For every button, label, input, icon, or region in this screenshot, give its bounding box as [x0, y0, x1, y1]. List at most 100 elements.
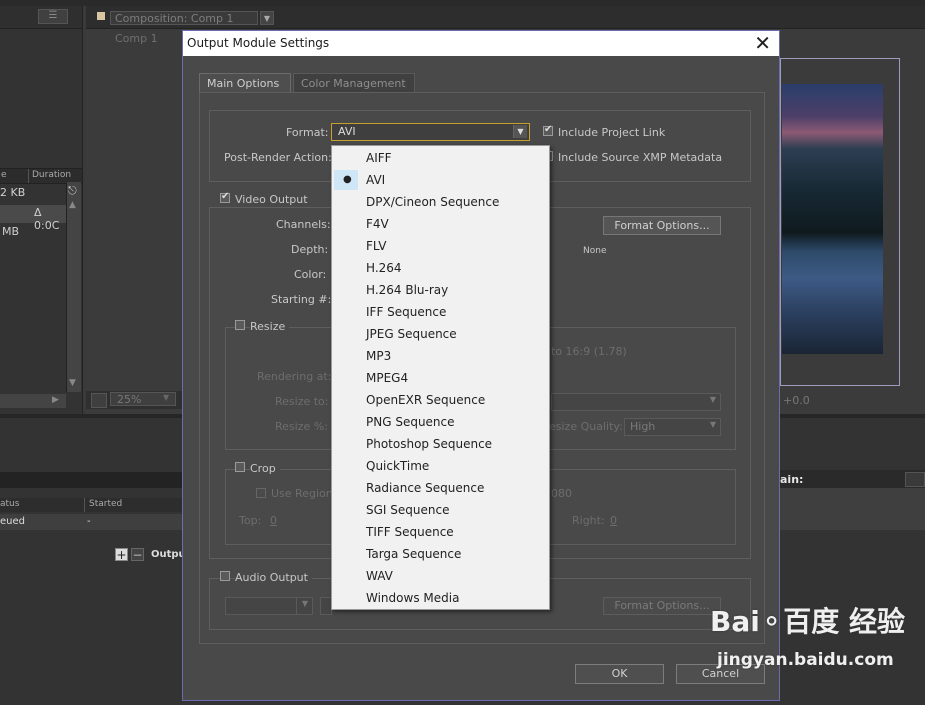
- project-panel-header: ☰: [0, 6, 82, 29]
- dropdown-item[interactable]: MPEG4: [333, 367, 548, 389]
- project-scrollbar[interactable]: ▲ ▼ ⎋: [66, 182, 81, 392]
- comp-breadcrumb[interactable]: Comp 1: [115, 32, 158, 45]
- chevron-down-icon[interactable]: ▼: [513, 125, 527, 138]
- scroll-right-icon[interactable]: ▶: [52, 395, 59, 405]
- chevron-down-icon[interactable]: ▼: [710, 395, 716, 404]
- minus-icon[interactable]: −: [131, 548, 144, 561]
- video-output-label[interactable]: Video Output: [235, 193, 312, 206]
- table-row[interactable]: eued -: [0, 514, 182, 530]
- dropdown-item[interactable]: Radiance Sequence: [333, 477, 548, 499]
- crop-right-label: Right:: [572, 514, 605, 527]
- audio-format-options-button[interactable]: Format Options...: [603, 597, 721, 615]
- audio-auto-select[interactable]: ▼: [225, 597, 313, 615]
- color-label: Color:: [294, 268, 327, 281]
- comp-preview-image: [782, 84, 883, 354]
- include-project-link-checkbox[interactable]: [543, 124, 553, 136]
- post-render-label: Post-Render Action:: [224, 151, 332, 164]
- include-xmp-label[interactable]: Include Source XMP Metadata: [558, 151, 722, 164]
- audio-output-label[interactable]: Audio Output: [235, 571, 312, 584]
- dropdown-item[interactable]: F4V: [333, 213, 548, 235]
- include-project-link-label[interactable]: Include Project Link: [558, 126, 665, 139]
- crop-top-value[interactable]: 0: [270, 514, 277, 527]
- dropdown-item-label: PNG Sequence: [366, 415, 455, 429]
- dropdown-item-label: AVI: [366, 173, 386, 187]
- tab-color-management[interactable]: Color Management: [293, 73, 415, 92]
- dropdown-item[interactable]: H.264 Blu-ray: [333, 279, 548, 301]
- resize-preset-select[interactable]: ▼: [551, 393, 721, 411]
- audio-output-checkbox[interactable]: [220, 571, 230, 581]
- starting-label: Starting #:: [271, 293, 332, 306]
- chevron-down-icon[interactable]: ▼: [163, 393, 169, 402]
- tab-main-options[interactable]: Main Options: [199, 73, 291, 92]
- video-output-checkbox[interactable]: [220, 191, 230, 203]
- chevron-down-icon[interactable]: ▼: [260, 11, 274, 25]
- dropdown-item-label: IFF Sequence: [366, 305, 447, 319]
- dialog-titlebar[interactable]: Output Module Settings ✕: [183, 31, 779, 56]
- resize-checkbox[interactable]: [235, 320, 245, 330]
- chevron-down-icon[interactable]: ▼: [710, 420, 716, 429]
- menu-icon[interactable]: ☰: [38, 9, 68, 24]
- selected-bullet-icon: ●: [343, 174, 352, 185]
- list-item[interactable]: 2 KB: [0, 186, 66, 204]
- dropdown-item[interactable]: DPX/Cineon Sequence: [333, 191, 548, 213]
- dropdown-item-label: MP3: [366, 349, 392, 363]
- format-options-button[interactable]: Format Options...: [603, 216, 721, 235]
- dropdown-item-label: Radiance Sequence: [366, 481, 485, 495]
- resize-label[interactable]: Resize: [250, 320, 290, 333]
- plus-icon[interactable]: +: [115, 548, 128, 561]
- dropdown-item-label: DPX/Cineon Sequence: [366, 195, 500, 209]
- comp-icon: [97, 12, 105, 20]
- dropdown-item[interactable]: Photoshop Sequence: [333, 433, 548, 455]
- dropdown-item-label: TIFF Sequence: [366, 525, 454, 539]
- dropdown-item-label: H.264 Blu-ray: [366, 283, 449, 297]
- dropdown-item[interactable]: ● AVI: [333, 169, 548, 191]
- crop-dim-value: 080: [551, 487, 572, 500]
- resize-quality-label: esize Quality:: [549, 420, 623, 433]
- dropdown-item-label: MPEG4: [366, 371, 409, 385]
- dropdown-item-label: AIFF: [366, 151, 392, 165]
- ok-button[interactable]: OK: [575, 664, 664, 684]
- dropdown-item-label: QuickTime: [366, 459, 430, 473]
- close-icon[interactable]: ✕: [754, 32, 771, 54]
- exposure-value[interactable]: +0.0: [783, 394, 810, 407]
- dropdown-item-label: H.264: [366, 261, 402, 275]
- crop-right-value[interactable]: 0: [610, 514, 617, 527]
- dropdown-item[interactable]: SGI Sequence: [333, 499, 548, 521]
- dropdown-item[interactable]: TIFF Sequence: [333, 521, 548, 543]
- column-header[interactable]: e: [1, 170, 7, 180]
- comp-tab[interactable]: Composition: Comp 1: [110, 11, 258, 25]
- use-region-checkbox[interactable]: [256, 488, 266, 498]
- crop-checkbox[interactable]: [235, 462, 245, 472]
- channels-label: Channels:: [276, 218, 331, 231]
- resize-quality-select[interactable]: High ▼: [624, 418, 721, 436]
- dropdown-item[interactable]: JPEG Sequence: [333, 323, 548, 345]
- chevron-down-icon[interactable]: ▼: [302, 599, 308, 608]
- list-item[interactable]: Δ 0:0C: [0, 205, 66, 232]
- composition-tabbar: Composition: Comp 1 ▼: [86, 6, 925, 29]
- dropdown-item[interactable]: QuickTime: [333, 455, 548, 477]
- scroll-down-icon[interactable]: ▼: [69, 378, 76, 388]
- dropdown-item[interactable]: Windows Media: [333, 587, 548, 609]
- hierarchy-icon[interactable]: ⎋: [68, 184, 77, 198]
- dropdown-item[interactable]: AIFF: [333, 147, 548, 169]
- dropdown-item[interactable]: WAV: [333, 565, 548, 587]
- use-region-label[interactable]: Use Region: [271, 487, 333, 500]
- dropdown-item[interactable]: H.264: [333, 257, 548, 279]
- dropdown-item[interactable]: OpenEXR Sequence: [333, 389, 548, 411]
- dropdown-item[interactable]: MP3: [333, 345, 548, 367]
- format-select[interactable]: AVI ▼: [331, 123, 530, 141]
- dropdown-item[interactable]: Targa Sequence: [333, 543, 548, 565]
- list-item[interactable]: MB: [0, 224, 66, 242]
- resize-pct-label: Resize %:: [275, 420, 328, 433]
- rendering-at-label: Rendering at:: [257, 370, 332, 383]
- crop-label[interactable]: Crop: [250, 462, 280, 475]
- dropdown-item[interactable]: IFF Sequence: [333, 301, 548, 323]
- column-header-duration[interactable]: Duration: [32, 170, 71, 180]
- right-panel-strip: ain:: [780, 470, 925, 488]
- dropdown-item[interactable]: PNG Sequence: [333, 411, 548, 433]
- grid-icon[interactable]: [91, 393, 107, 408]
- resize-to-label: Resize to:: [275, 395, 329, 408]
- project-hscroll[interactable]: ▶: [0, 394, 66, 408]
- dropdown-item[interactable]: FLV: [333, 235, 548, 257]
- scroll-up-icon[interactable]: ▲: [69, 200, 76, 210]
